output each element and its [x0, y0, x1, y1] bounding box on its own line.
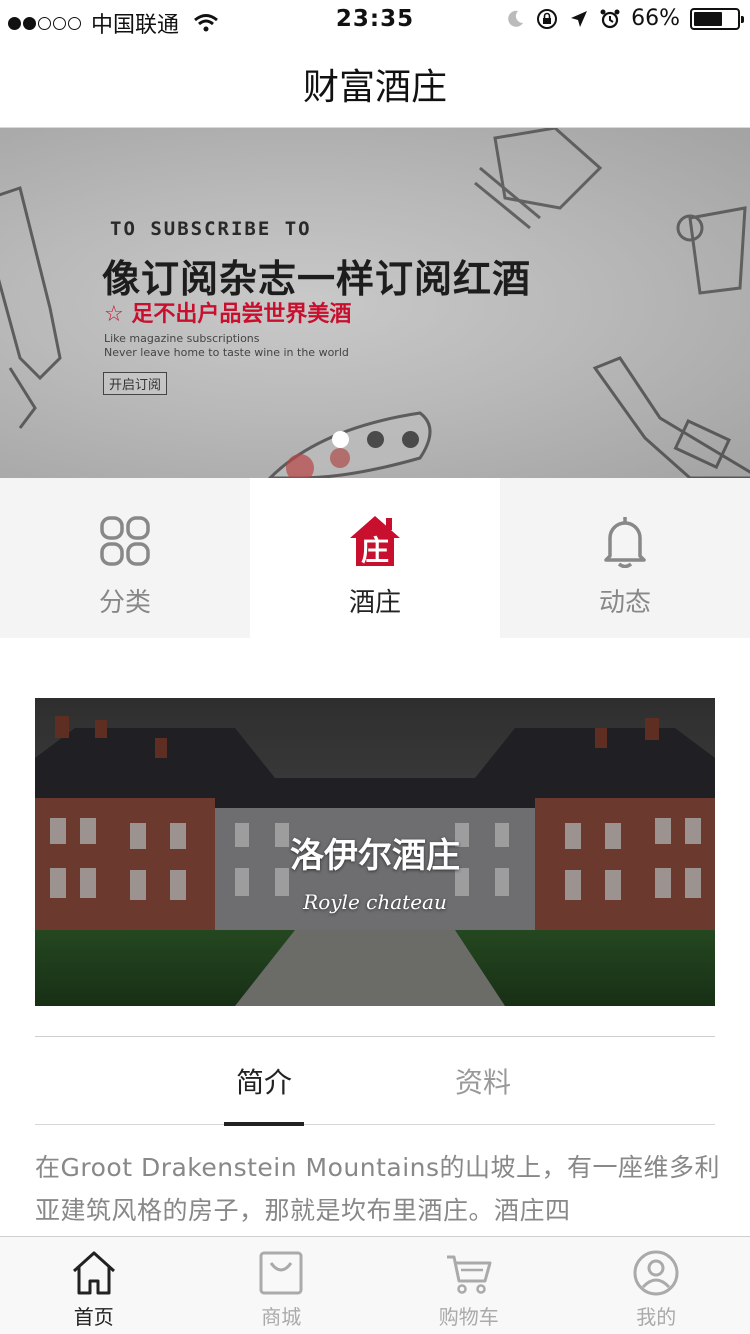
tab-details[interactable]: 资料: [443, 1037, 523, 1125]
banner-subtext-2: Never leave home to taste wine in the wo…: [104, 346, 349, 359]
banner-tagline: ☆ 足不出户品尝世界美酒: [104, 302, 352, 327]
bottom-tab-mall[interactable]: 商城: [188, 1237, 376, 1334]
pager-dot[interactable]: [366, 431, 384, 448]
status-right: 66%: [505, 6, 744, 31]
battery-fill: [694, 11, 722, 26]
bottom-tab-cart-label: 购物车: [438, 1305, 499, 1329]
rotation-lock-icon: [537, 8, 558, 29]
tab-category[interactable]: 分类: [0, 478, 250, 638]
category-tabs: 分类 庄 酒庄 动态: [0, 478, 750, 638]
bottom-tab-mall-label: 商城: [261, 1305, 302, 1329]
battery-percent: 66%: [631, 6, 680, 31]
alarm-icon: [600, 9, 620, 28]
winery-subtitle: Royle chateau: [303, 890, 447, 914]
status-bar: 中国联通 23:35 66%: [0, 0, 750, 40]
svg-text:庄: 庄: [361, 534, 389, 567]
intro-text: 在Groot Drakenstein Mountains的山坡上，有一座维多利亚…: [35, 1153, 721, 1225]
subscribe-button[interactable]: 开启订阅: [103, 372, 168, 395]
pager-dot[interactable]: [331, 431, 349, 448]
nav-bar: 财富酒庄: [0, 40, 750, 128]
tab-category-label: 分类: [98, 588, 151, 618]
banner-pager[interactable]: [0, 431, 750, 448]
bottom-tab-bar: 首页 商城 购物车 我的: [0, 1236, 750, 1334]
info-tabs: 简介 资料: [35, 1037, 715, 1126]
bottom-tab-cart[interactable]: 购物车: [375, 1237, 563, 1334]
tab-news-label: 动态: [598, 588, 651, 618]
banner-headline: 像订阅杂志一样订阅红酒: [102, 257, 532, 301]
winery-card[interactable]: 洛伊尔酒庄 Royle chateau: [35, 698, 715, 1006]
location-icon: [571, 10, 588, 27]
tab-winery[interactable]: 庄 酒庄: [250, 478, 500, 638]
bottom-tab-profile-label: 我的: [636, 1305, 677, 1329]
winery-name: 洛伊尔酒庄: [290, 836, 460, 876]
winery-house-icon: 庄: [350, 516, 400, 567]
banner-subtext-1: Like magazine subscriptions: [104, 332, 260, 345]
promo-banner[interactable]: TO SUBSCRIBE TO 像订阅杂志一样订阅红酒 ☆ 足不出户品尝世界美酒…: [0, 128, 750, 478]
home-icon: [72, 1251, 115, 1295]
tab-news[interactable]: 动态: [500, 478, 750, 638]
bottom-tab-home[interactable]: 首页: [0, 1237, 188, 1334]
pager-dot[interactable]: [401, 431, 419, 448]
tab-intro[interactable]: 简介: [224, 1037, 304, 1125]
active-tab-indicator: [224, 1122, 304, 1126]
bottom-tab-profile[interactable]: 我的: [563, 1237, 750, 1334]
bottom-tab-home-label: 首页: [73, 1305, 114, 1329]
page-title: 财富酒庄: [302, 66, 447, 108]
shopping-bag-icon: [259, 1251, 303, 1295]
tab-winery-label: 酒庄: [348, 588, 401, 618]
grid-icon: [100, 516, 150, 566]
banner-eyebrow: TO SUBSCRIBE TO: [110, 218, 312, 240]
moon-icon: [508, 10, 524, 27]
cart-icon: [446, 1255, 492, 1294]
profile-icon: [633, 1250, 679, 1296]
battery-icon: [690, 7, 744, 30]
bell-icon: [604, 517, 646, 568]
